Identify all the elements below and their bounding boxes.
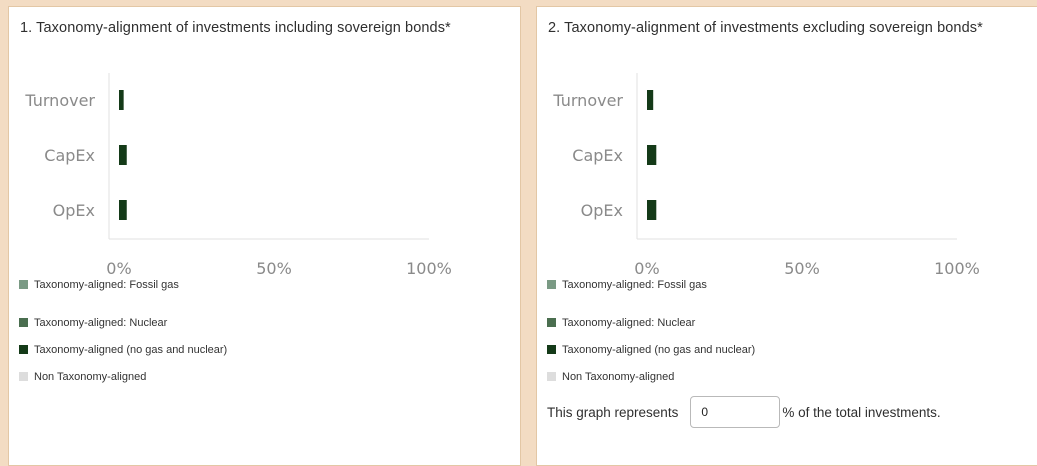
bar-segment <box>119 200 127 220</box>
x-tick-label: 50% <box>256 259 292 278</box>
legend-item: Taxonomy-aligned (no gas and nuclear) <box>547 343 755 357</box>
investment-share-suffix: % of the total investments. <box>782 404 941 420</box>
legend-swatch <box>19 371 28 381</box>
legend-item: Taxonomy-aligned: Nuclear <box>19 316 167 330</box>
x-tick-label: 50% <box>784 259 820 278</box>
chart-panel-excluding-sovereign-bonds: 2. Taxonomy-alignment of investments exc… <box>536 6 1037 466</box>
legend-label: Non Taxonomy-aligned <box>34 371 147 383</box>
bar-segment <box>647 90 654 110</box>
chart-title: 2. Taxonomy-alignment of investments exc… <box>548 20 983 36</box>
bar-segment <box>119 145 127 165</box>
investment-share-input[interactable] <box>690 396 781 428</box>
legend-swatch <box>547 371 556 381</box>
x-tick-label: 0% <box>106 259 131 278</box>
bar-chart-excluding-sovereign-bonds: Turnover CapEx OpEx 0% 50% 100% <box>552 73 980 278</box>
legend-item: Taxonomy-aligned: Fossil gas <box>547 278 707 292</box>
legend-label: Taxonomy-aligned: Fossil gas <box>34 279 179 291</box>
category-label: OpEx <box>581 201 623 220</box>
category-label: Turnover <box>552 91 623 110</box>
investment-share-prefix: This graph represents <box>547 404 679 420</box>
legend-item: Taxonomy-aligned (no gas and nuclear) <box>19 343 227 357</box>
category-label: Turnover <box>24 91 95 110</box>
legend-label: Taxonomy-aligned: Nuclear <box>562 317 696 329</box>
legend-label: Taxonomy-aligned: Fossil gas <box>562 279 707 291</box>
investment-share-row: This graph represents % of the total inv… <box>547 396 941 428</box>
bar-segment <box>119 90 124 110</box>
legend-label: Taxonomy-aligned (no gas and nuclear) <box>34 344 228 356</box>
legend-label: Taxonomy-aligned: Nuclear <box>34 317 168 329</box>
legend-swatch <box>19 344 28 354</box>
legend-item: Taxonomy-aligned: Nuclear <box>547 316 695 330</box>
category-label: CapEx <box>44 146 95 165</box>
category-label: OpEx <box>53 201 95 220</box>
legend-swatch <box>547 279 556 289</box>
legend-swatch <box>547 317 556 327</box>
legend-item: Non Taxonomy-aligned <box>547 370 674 384</box>
legend-label: Non Taxonomy-aligned <box>562 371 675 383</box>
legend-item: Taxonomy-aligned: Fossil gas <box>19 278 179 292</box>
x-tick-label: 100% <box>934 259 980 278</box>
legend-label: Taxonomy-aligned (no gas and nuclear) <box>562 344 756 356</box>
x-tick-label: 100% <box>406 259 452 278</box>
chart-title: 1. Taxonomy-alignment of investments inc… <box>20 20 451 36</box>
chart-panel-including-sovereign-bonds: 1. Taxonomy-alignment of investments inc… <box>8 6 521 466</box>
bar-segment <box>647 200 657 220</box>
legend-swatch <box>19 279 28 289</box>
bar-chart-including-sovereign-bonds: Turnover CapEx OpEx 0% 50% 100% <box>24 73 452 278</box>
legend-swatch <box>547 344 556 354</box>
legend-swatch <box>19 317 28 327</box>
legend-item: Non Taxonomy-aligned <box>19 370 146 384</box>
x-tick-label: 0% <box>634 259 659 278</box>
bar-segment <box>647 145 657 165</box>
category-label: CapEx <box>572 146 623 165</box>
